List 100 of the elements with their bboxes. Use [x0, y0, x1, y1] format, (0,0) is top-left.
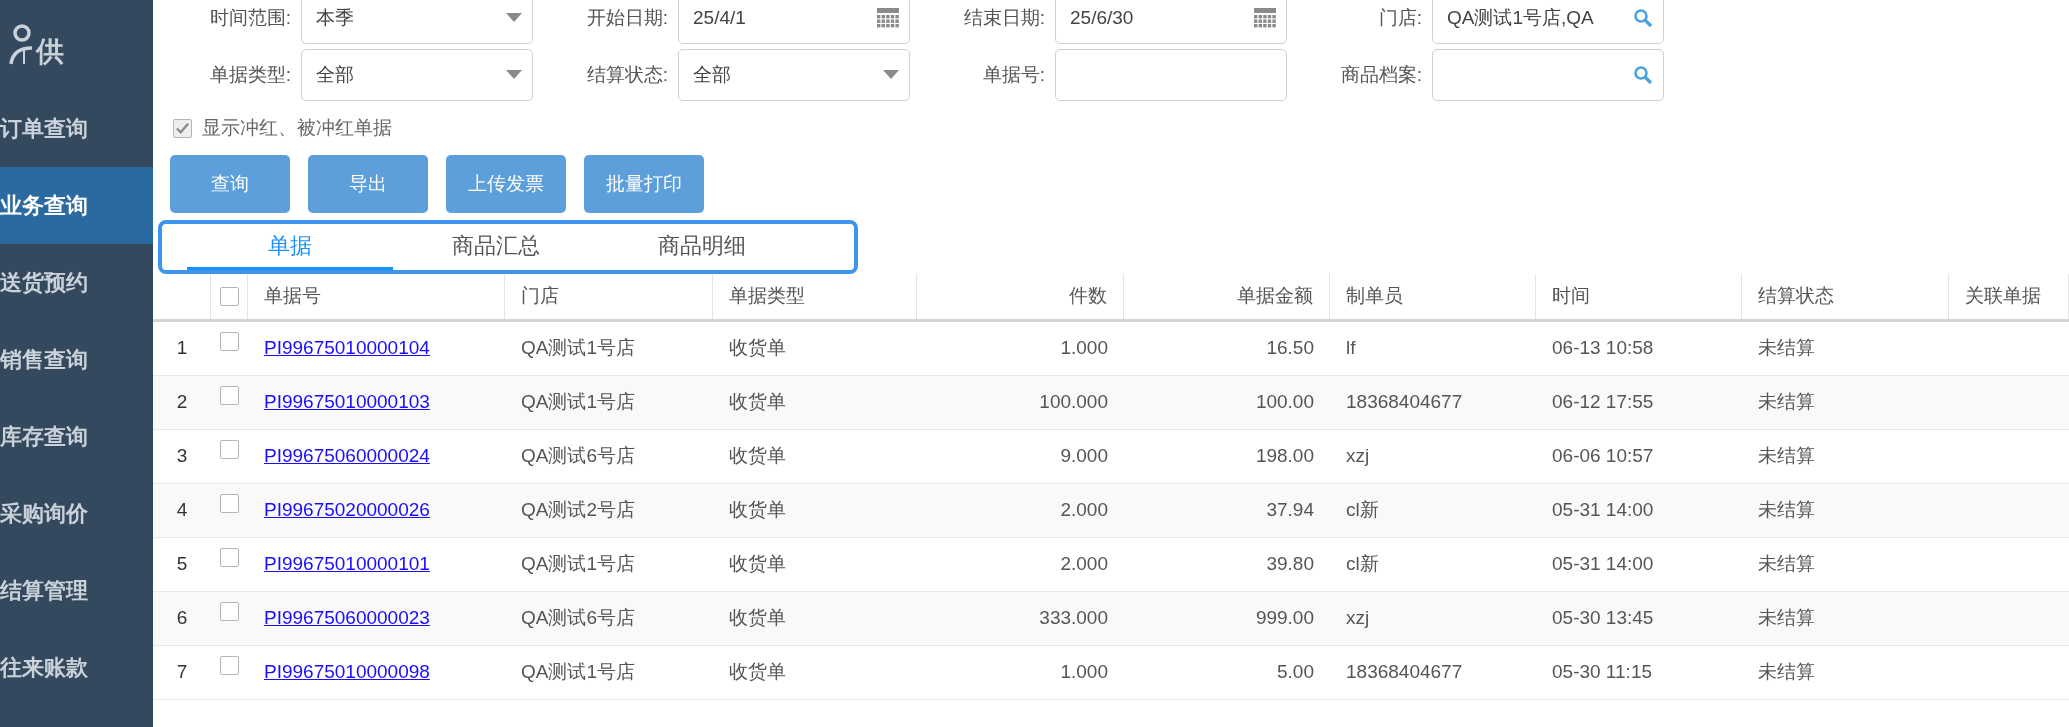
- row-number: 5: [175, 552, 189, 577]
- column-header[interactable]: 制单员: [1330, 274, 1536, 319]
- input-field[interactable]: [1055, 49, 1287, 101]
- table-cell-text: 收货单: [729, 660, 786, 685]
- date-field[interactable]: 25/4/1: [678, 0, 910, 44]
- table-cell-text: 1.000: [1060, 660, 1108, 685]
- column-header[interactable]: 关联单据: [1949, 274, 2069, 319]
- table-cell-text: 18368404677: [1346, 660, 1463, 685]
- dropdown-caret-icon: [883, 70, 899, 80]
- tab[interactable]: 商品汇总: [393, 224, 599, 270]
- table-cell-text: QA测试1号店: [521, 336, 636, 361]
- row-checkbox[interactable]: [220, 656, 239, 675]
- dropdown-caret-icon: [506, 70, 522, 80]
- table-cell-text: 333.000: [1039, 606, 1108, 631]
- person-icon: [8, 24, 34, 66]
- row-number: 1: [175, 336, 189, 361]
- column-header[interactable]: 单据号: [248, 274, 505, 319]
- dropdown-field[interactable]: 本季: [301, 0, 533, 44]
- row-number: 3: [175, 444, 189, 469]
- row-number: 7: [175, 660, 189, 685]
- table-cell-text: 05-31 14:00: [1552, 552, 1654, 577]
- date-field[interactable]: 25/6/30: [1055, 0, 1287, 44]
- document-link[interactable]: PI99675010000101: [264, 550, 430, 579]
- table-cell-text: xzj: [1346, 606, 1370, 631]
- row-checkbox[interactable]: [220, 548, 239, 567]
- table-cell-text: 06-12 17:55: [1552, 390, 1654, 415]
- filter-label: 商品档案:: [1339, 62, 1423, 87]
- table-cell-text: QA测试1号店: [521, 660, 636, 685]
- column-header[interactable]: 件数: [917, 274, 1124, 319]
- document-link[interactable]: PI99675010000098: [264, 658, 430, 687]
- sidebar-item[interactable]: 结算管理: [0, 552, 153, 629]
- dropdown-caret-icon: [506, 13, 522, 23]
- table-cell-text: 198.00: [1255, 444, 1314, 469]
- table-cell-text: 收货单: [729, 390, 786, 415]
- table-cell-text: 收货单: [729, 444, 786, 469]
- table-cell-text: 06-06 10:57: [1552, 444, 1654, 469]
- sidebar-item[interactable]: 往来账款: [0, 629, 153, 706]
- sidebar-item[interactable]: 业务查询: [0, 167, 153, 244]
- calendar-icon: [877, 8, 899, 28]
- table-cell-text: 未结算: [1758, 444, 1815, 469]
- document-link[interactable]: PI99675060000024: [264, 442, 430, 471]
- row-checkbox[interactable]: [220, 332, 239, 351]
- table-cell-text: cl新: [1346, 552, 1379, 577]
- row-checkbox[interactable]: [220, 386, 239, 405]
- table-cell-text: lf: [1346, 336, 1356, 361]
- dropdown-field[interactable]: 全部: [301, 49, 533, 101]
- table-cell-text: 未结算: [1758, 552, 1815, 577]
- search-icon: [1633, 8, 1653, 28]
- table-cell-text: 2.000: [1060, 498, 1108, 523]
- tab[interactable]: 商品明细: [599, 224, 805, 270]
- row-number: 2: [175, 390, 189, 415]
- table-cell-text: 2.000: [1060, 552, 1108, 577]
- table-cell-text: 未结算: [1758, 498, 1815, 523]
- table-cell-text: 06-13 10:58: [1552, 336, 1654, 361]
- row-number: 4: [175, 498, 189, 523]
- sidebar-item[interactable]: 销售查询: [0, 321, 153, 398]
- filter-label: 结束日期:: [962, 5, 1046, 30]
- table-cell-text: 05-31 14:00: [1552, 498, 1654, 523]
- sidebar-item[interactable]: 采购询价: [0, 475, 153, 552]
- table-cell-text: 收货单: [729, 552, 786, 577]
- column-header[interactable]: 单据类型: [713, 274, 917, 319]
- filter-label: 开始日期:: [585, 5, 669, 30]
- table-cell-text: 18368404677: [1346, 390, 1463, 415]
- table-cell-text: xzj: [1346, 444, 1370, 469]
- document-link[interactable]: PI99675010000103: [264, 388, 430, 417]
- table-cell-text: 未结算: [1758, 390, 1815, 415]
- sidebar-item[interactable]: 库存查询: [0, 398, 153, 475]
- input-field[interactable]: [1432, 49, 1664, 101]
- logo-text: 供: [36, 35, 64, 69]
- table-cell-text: cl新: [1346, 498, 1379, 523]
- table-cell-text: 收货单: [729, 336, 786, 361]
- table-cell-text: QA测试2号店: [521, 498, 636, 523]
- sidebar-item[interactable]: 送货预约: [0, 244, 153, 321]
- table-cell-text: 1.000: [1060, 336, 1108, 361]
- table-cell-text: 100.000: [1039, 390, 1108, 415]
- table-cell-text: 05-30 11:15: [1552, 660, 1652, 685]
- table-cell-text: 未结算: [1758, 336, 1815, 361]
- row-checkbox[interactable]: [220, 602, 239, 621]
- document-link[interactable]: PI99675020000026: [264, 496, 430, 525]
- document-link[interactable]: PI99675060000023: [264, 604, 430, 633]
- column-header[interactable]: 门店: [505, 274, 713, 319]
- dropdown-field[interactable]: 全部: [678, 49, 910, 101]
- column-header[interactable]: 时间: [1536, 274, 1742, 319]
- table-cell-text: 收货单: [729, 606, 786, 631]
- filter-label: 门店:: [1377, 5, 1423, 30]
- filter-label: 单据类型:: [208, 62, 292, 87]
- checkbox[interactable]: [173, 118, 192, 138]
- column-header[interactable]: 结算状态: [1742, 274, 1949, 319]
- column-header[interactable]: 单据金额: [1124, 274, 1330, 319]
- row-number: 6: [175, 606, 189, 631]
- select-all-checkbox[interactable]: [219, 287, 239, 306]
- checkbox-label: 显示冲红、被冲红单据: [202, 115, 392, 140]
- table-cell-text: 100.00: [1255, 390, 1314, 415]
- sidebar-item[interactable]: 订单查询: [0, 90, 153, 167]
- table-cell-text: 39.80: [1266, 552, 1314, 577]
- row-checkbox[interactable]: [220, 440, 239, 459]
- document-link[interactable]: PI99675010000104: [264, 334, 430, 363]
- row-checkbox[interactable]: [220, 494, 239, 513]
- filter-label: 时间范围:: [208, 5, 292, 30]
- input-field[interactable]: QA测试1号店,QA: [1432, 0, 1664, 44]
